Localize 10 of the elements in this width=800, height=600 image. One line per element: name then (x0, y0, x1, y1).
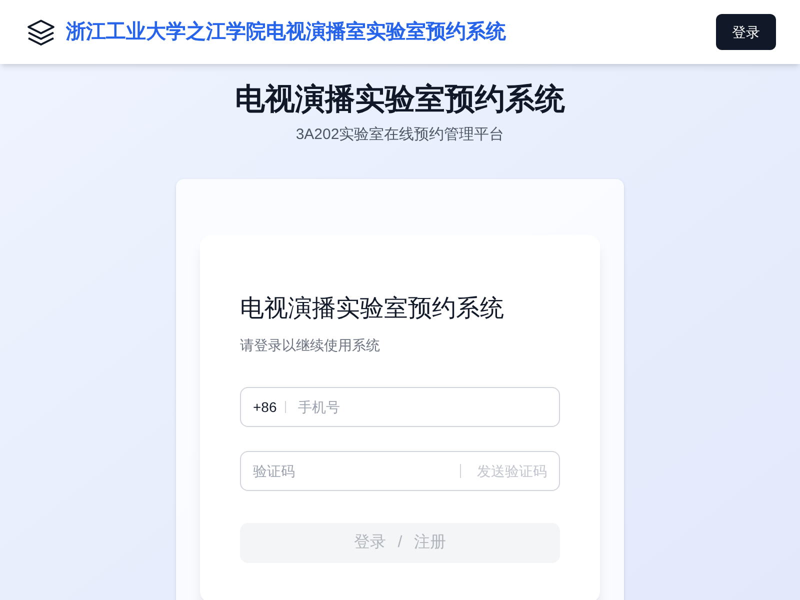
code-input[interactable]: 验证码 (253, 460, 460, 480)
login-subtitle: 请登录以继续使用系统 (240, 336, 381, 354)
site-title: 浙江工业大学之江学院电视演播室实验室预约系统 (66, 20, 506, 45)
country-code: +86 (253, 400, 286, 412)
phone-input[interactable]: 手机号 (298, 396, 547, 416)
login-button[interactable]: 登录 (716, 14, 776, 50)
page-title: 电视演播实验室预约系统 (235, 82, 565, 118)
phone-field[interactable]: +86 手机号 (240, 386, 560, 426)
login-title: 电视演播实验室预约系统 (240, 294, 505, 324)
page-subtitle: 3A202实验室在线预约管理平台 (296, 125, 504, 145)
